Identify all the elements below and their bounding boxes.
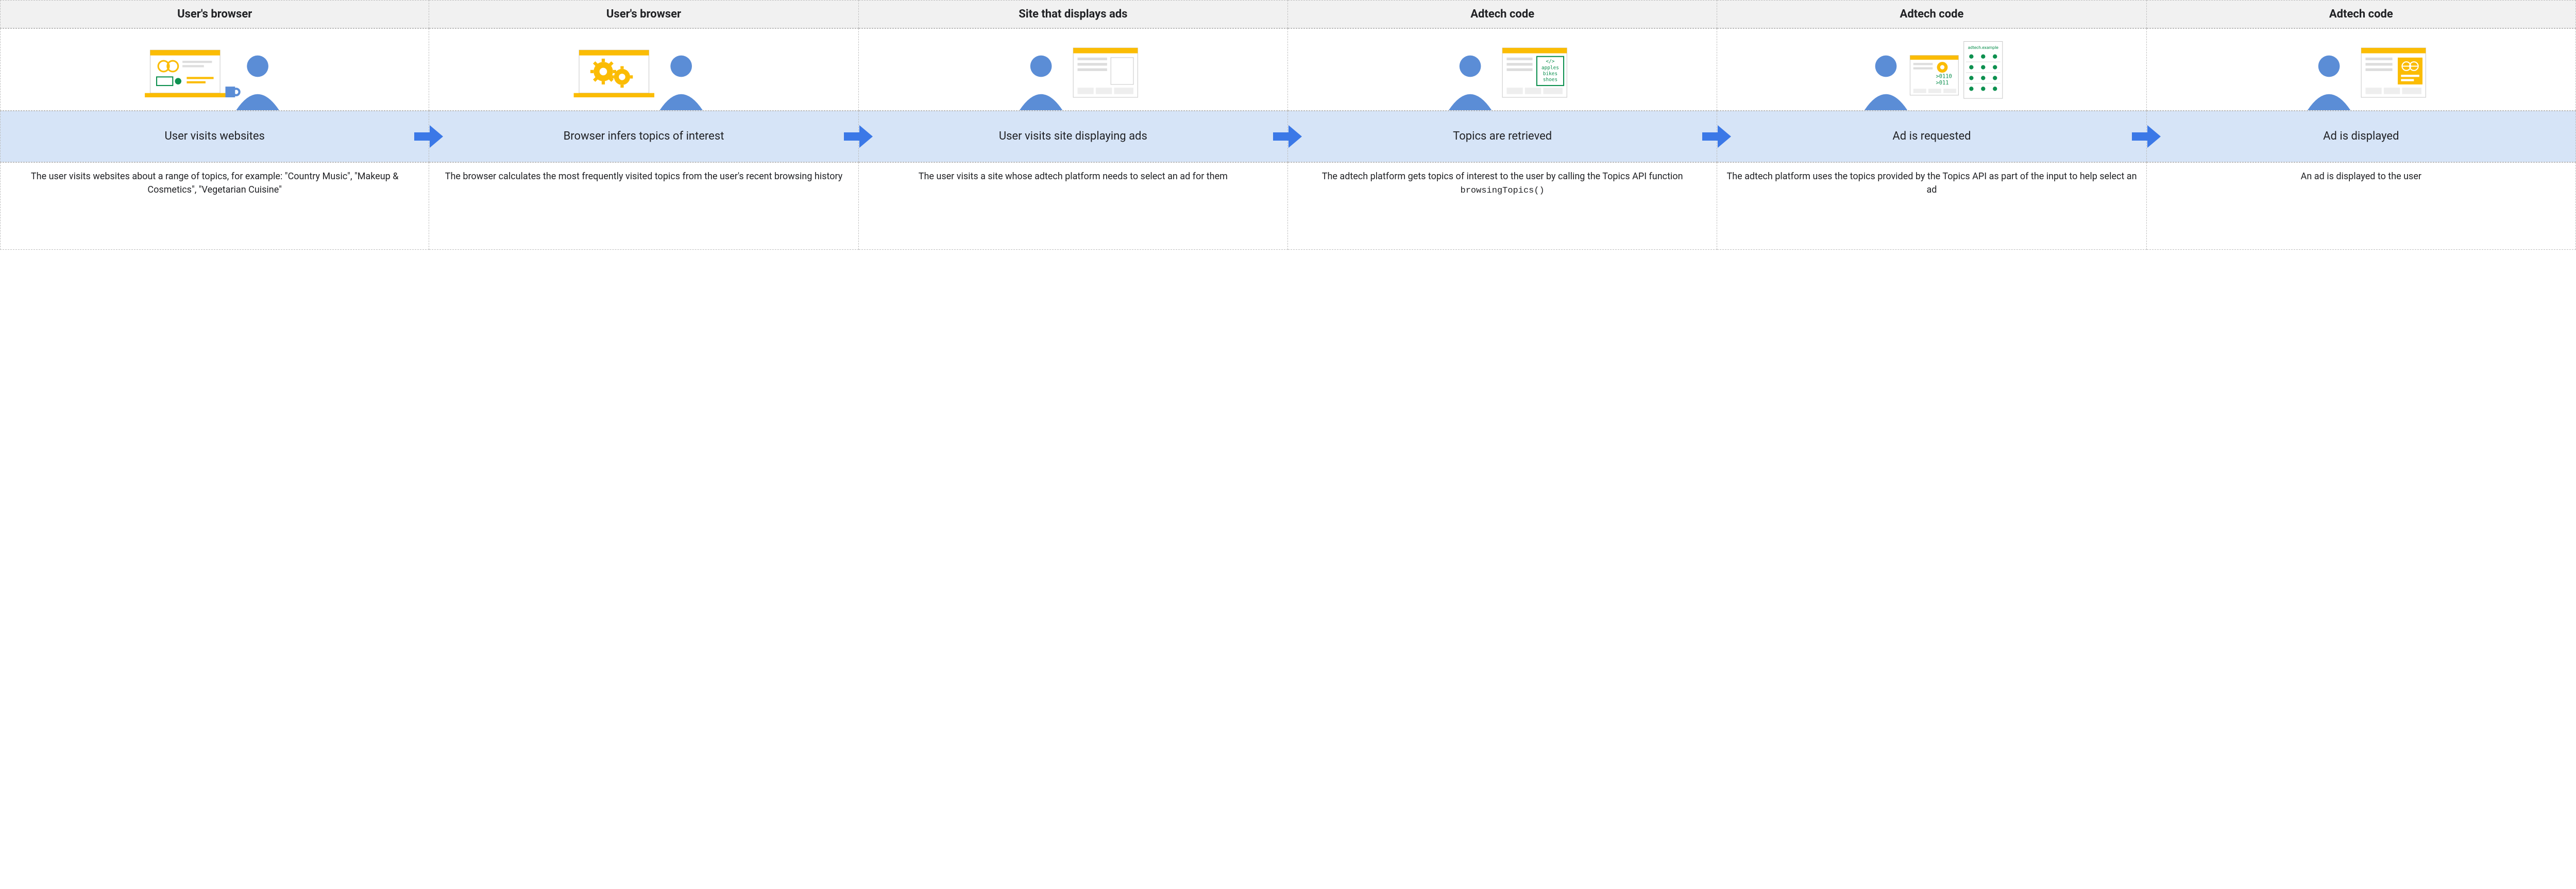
svg-text:apples: apples — [1541, 65, 1559, 71]
illus-user-browsing — [0, 28, 429, 111]
svg-text:bikes: bikes — [1543, 71, 1557, 77]
illus-ad-displayed — [2147, 28, 2576, 111]
col-header: Adtech code — [1717, 0, 2146, 28]
illus-user-visits-adsite — [859, 28, 1288, 111]
step-band: Ad is displayed — [2147, 111, 2576, 162]
step-description: The adtech platform uses the topics prov… — [1717, 162, 2146, 250]
illus-browser-infers — [429, 28, 858, 111]
step-label: User visits websites — [4, 129, 426, 144]
step-band: Ad is requested — [1717, 111, 2146, 162]
step-band: User visits site displaying ads — [859, 111, 1288, 162]
col-header: Site that displays ads — [859, 0, 1288, 28]
arrow-icon — [1702, 125, 1731, 148]
arrow-icon — [844, 125, 873, 148]
col-header: Adtech code — [1288, 0, 1717, 28]
col-header: User's browser — [429, 0, 858, 28]
step-label: Ad is displayed — [2150, 129, 2572, 144]
arrow-icon — [2132, 125, 2161, 148]
step-description: The browser calculates the most frequent… — [429, 162, 858, 250]
step-label: User visits site displaying ads — [862, 129, 1284, 144]
svg-text:</>: </> — [1546, 59, 1555, 64]
step-description: The user visits a site whose adtech plat… — [859, 162, 1288, 250]
svg-text:shoes: shoes — [1543, 77, 1557, 83]
svg-text:adtech.example: adtech.example — [1968, 45, 1999, 50]
arrow-icon — [1273, 125, 1302, 148]
step-description: The user visits websites about a range o… — [0, 162, 429, 250]
step-band: Topics are retrieved — [1288, 111, 1717, 162]
svg-text:>0110: >0110 — [1936, 73, 1952, 79]
illus-topics-retrieved: </> apples bikes shoes — [1288, 28, 1717, 111]
step-description: An ad is displayed to the user — [2147, 162, 2576, 250]
svg-text:>011: >011 — [1936, 80, 1949, 86]
step-label: Ad is requested — [1720, 129, 2143, 144]
col-header: User's browser — [0, 0, 429, 28]
col-header: Adtech code — [2147, 0, 2576, 28]
topics-api-flow-diagram: User's browser User's browser Site that … — [0, 0, 2576, 250]
step-label: Topics are retrieved — [1291, 129, 1714, 144]
step-description: The adtech platform gets topics of inter… — [1288, 162, 1717, 250]
illus-ad-requested: >0110 >011 adtech.example — [1717, 28, 2146, 111]
arrow-icon — [414, 125, 443, 148]
step-label: Browser infers topics of interest — [432, 129, 855, 144]
step-band: Browser infers topics of interest — [429, 111, 858, 162]
step-band: User visits websites — [0, 111, 429, 162]
